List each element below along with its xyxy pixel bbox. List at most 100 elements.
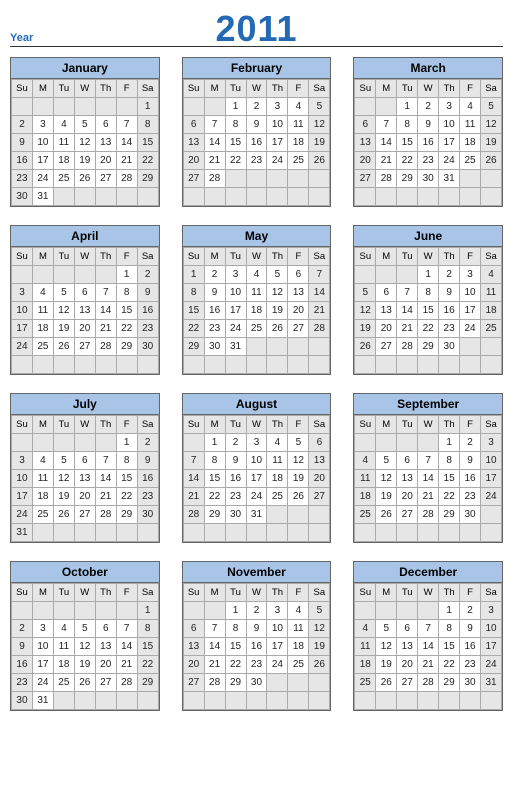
day-cell: 1: [183, 266, 204, 284]
weekday-header: Tu: [225, 248, 246, 266]
day-cell: 12: [267, 284, 288, 302]
day-cell: 14: [116, 638, 137, 656]
day-cell: [376, 692, 397, 710]
day-cell: 3: [481, 434, 502, 452]
day-cell: [53, 266, 74, 284]
month-block: OctoberSuMTuWThFSa1234567891011121314151…: [10, 561, 160, 711]
day-cell: 7: [95, 284, 116, 302]
day-cell: [288, 524, 309, 542]
day-cell: 24: [267, 656, 288, 674]
day-cell: 5: [376, 620, 397, 638]
day-cell: 19: [376, 656, 397, 674]
day-cell: [397, 434, 418, 452]
day-cell: 19: [355, 320, 376, 338]
day-cell: 20: [183, 656, 204, 674]
day-cell: 20: [183, 152, 204, 170]
day-cell: 5: [53, 452, 74, 470]
month-title: February: [183, 58, 331, 79]
day-cell: [267, 170, 288, 188]
day-cell: 8: [116, 452, 137, 470]
day-cell: 4: [32, 284, 53, 302]
day-cell: [418, 602, 439, 620]
day-cell: [32, 356, 53, 374]
day-cell: 29: [439, 674, 460, 692]
day-cell: 7: [376, 116, 397, 134]
month-title: April: [11, 226, 159, 247]
day-cell: [439, 692, 460, 710]
day-cell: 25: [288, 152, 309, 170]
day-cell: 11: [53, 134, 74, 152]
day-cell: [95, 188, 116, 206]
month-block: JulySuMTuWThFSa1234567891011121314151617…: [10, 393, 160, 543]
day-cell: 27: [183, 170, 204, 188]
day-cell: 8: [418, 284, 439, 302]
weekday-header: W: [418, 80, 439, 98]
day-cell: 27: [288, 320, 309, 338]
day-cell: [376, 356, 397, 374]
day-cell: 12: [481, 116, 502, 134]
day-cell: 17: [32, 152, 53, 170]
day-cell: 19: [267, 302, 288, 320]
day-cell: 16: [12, 656, 33, 674]
year-label: Year: [10, 32, 33, 44]
day-cell: 10: [267, 116, 288, 134]
day-cell: [53, 356, 74, 374]
day-cell: [74, 98, 95, 116]
day-cell: [309, 338, 330, 356]
day-cell: 23: [137, 320, 158, 338]
day-cell: 18: [32, 488, 53, 506]
day-cell: 21: [418, 656, 439, 674]
day-cell: 19: [74, 152, 95, 170]
day-cell: 31: [246, 506, 267, 524]
day-cell: 9: [137, 452, 158, 470]
weekday-header: Tu: [225, 80, 246, 98]
day-cell: 11: [32, 302, 53, 320]
day-cell: 24: [460, 320, 481, 338]
day-cell: 17: [246, 470, 267, 488]
day-cell: 12: [74, 638, 95, 656]
day-cell: 21: [309, 302, 330, 320]
day-cell: 29: [183, 338, 204, 356]
month-block: SeptemberSuMTuWThFSa12345678910111213141…: [353, 393, 503, 543]
weekday-header: Tu: [397, 248, 418, 266]
day-cell: 6: [397, 452, 418, 470]
day-cell: 14: [183, 470, 204, 488]
month-table: SuMTuWThFSa12345678910111213141516171819…: [183, 79, 331, 206]
day-cell: 1: [116, 266, 137, 284]
day-cell: [376, 266, 397, 284]
day-cell: [32, 602, 53, 620]
calendar-header: Year 2011: [10, 6, 503, 47]
day-cell: 16: [137, 302, 158, 320]
weekday-header: M: [376, 248, 397, 266]
day-cell: 30: [12, 188, 33, 206]
day-cell: 20: [74, 320, 95, 338]
day-cell: 2: [460, 602, 481, 620]
day-cell: 20: [397, 656, 418, 674]
weekday-header: W: [246, 584, 267, 602]
day-cell: 4: [481, 266, 502, 284]
day-cell: [204, 188, 225, 206]
day-cell: 10: [460, 284, 481, 302]
day-cell: 10: [481, 452, 502, 470]
month-block: NovemberSuMTuWThFSa123456789101112131415…: [182, 561, 332, 711]
day-cell: [53, 434, 74, 452]
day-cell: [309, 674, 330, 692]
day-cell: 25: [355, 674, 376, 692]
month-title: June: [354, 226, 502, 247]
weekday-header: Tu: [53, 80, 74, 98]
day-cell: [439, 524, 460, 542]
day-cell: 18: [53, 152, 74, 170]
day-cell: [481, 356, 502, 374]
day-cell: 11: [32, 470, 53, 488]
day-cell: 13: [95, 134, 116, 152]
day-cell: 7: [397, 284, 418, 302]
day-cell: 21: [204, 656, 225, 674]
day-cell: 15: [183, 302, 204, 320]
day-cell: [137, 692, 158, 710]
day-cell: [418, 524, 439, 542]
day-cell: 6: [397, 620, 418, 638]
day-cell: [309, 524, 330, 542]
day-cell: 10: [267, 620, 288, 638]
day-cell: 20: [74, 488, 95, 506]
day-cell: 23: [204, 320, 225, 338]
